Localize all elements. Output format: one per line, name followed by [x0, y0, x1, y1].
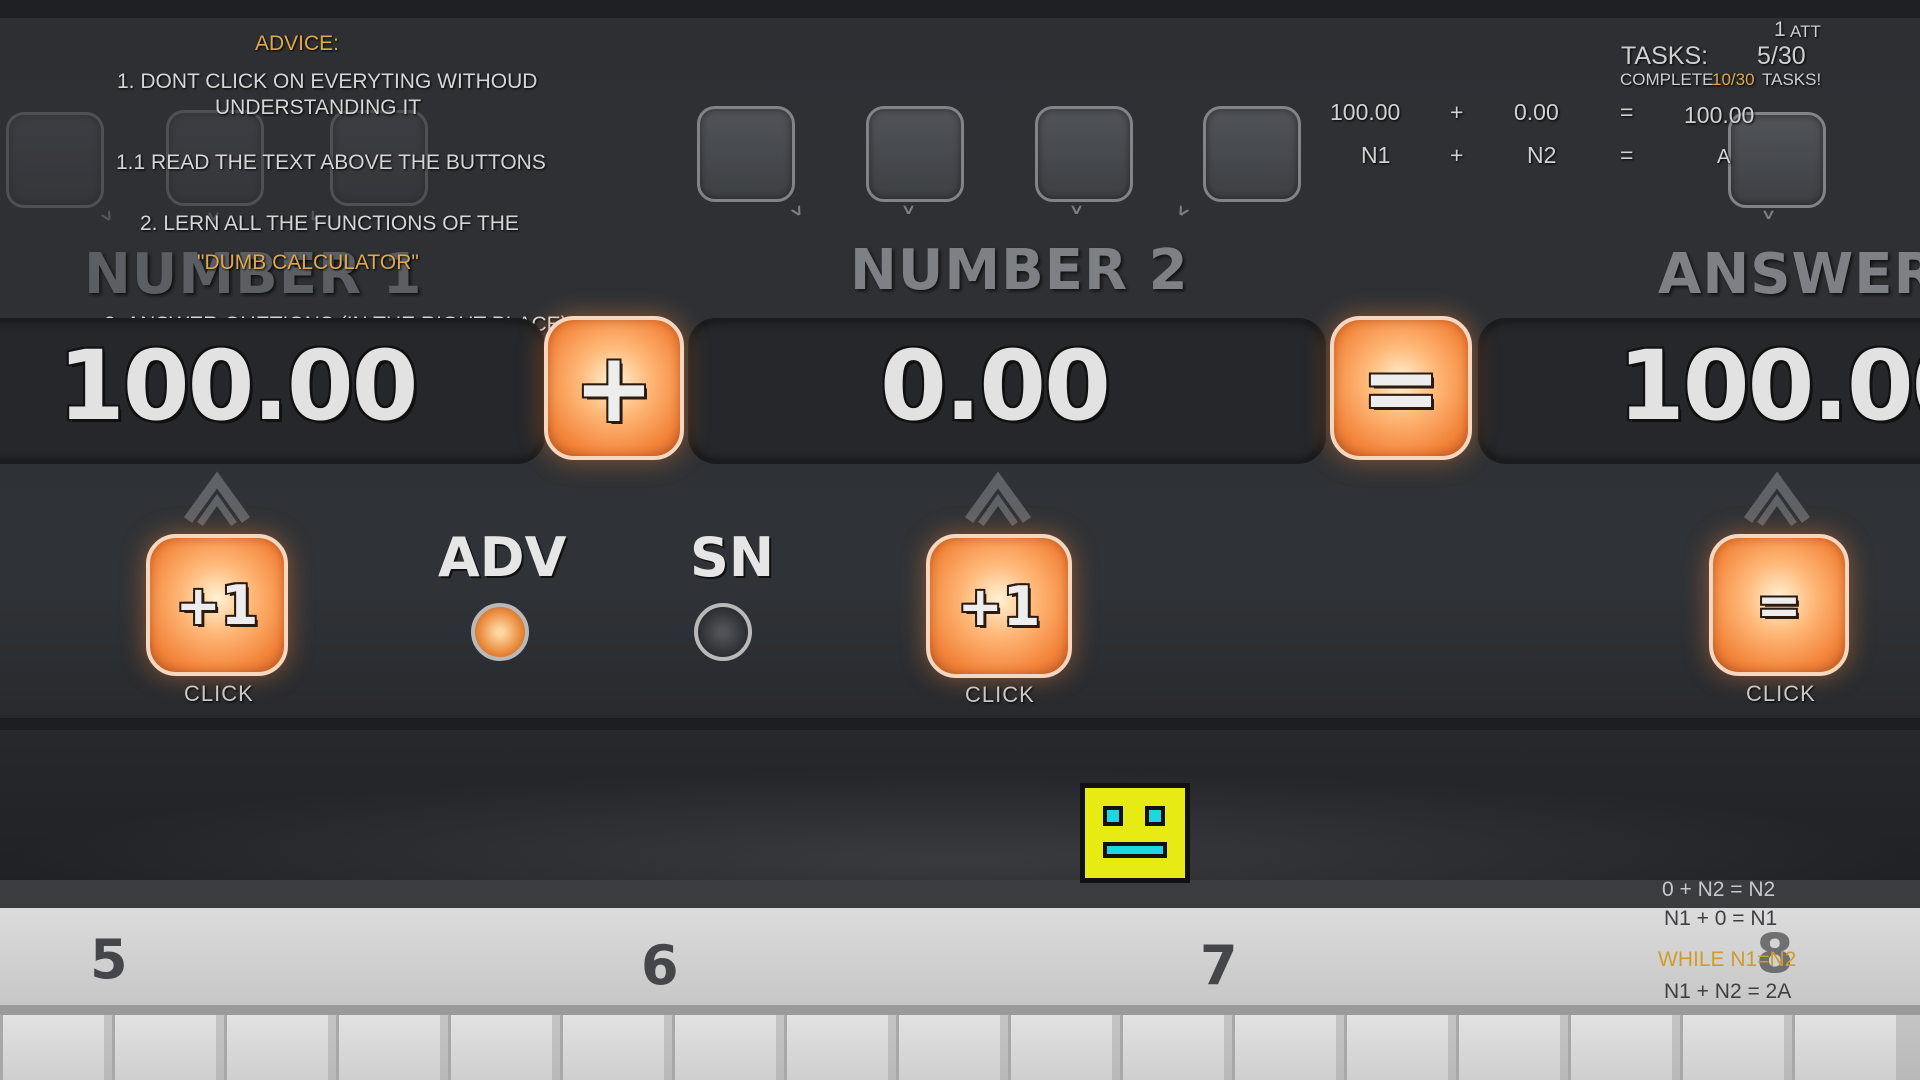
number1-increment-button[interactable]: +1	[146, 534, 288, 676]
note-line-1: 0 + N2 = N2	[1662, 878, 1776, 901]
answer-click-label: CLICK	[1746, 681, 1816, 706]
n1-slot-a	[6, 112, 104, 208]
up-chevron-icon	[1743, 471, 1811, 526]
advice-line-3: 2. LERN ALL THE FUNCTIONS OF THE	[140, 212, 519, 235]
sn-toggle[interactable]	[694, 603, 752, 661]
arrow-mark-icon: ˅	[1159, 200, 1194, 244]
ground-tile	[1792, 1015, 1896, 1080]
complete-prefix: COMPLETE	[1620, 70, 1714, 89]
panel-bottom-edge	[0, 718, 1920, 730]
note-line-3: WHILE N1=N2	[1658, 948, 1797, 971]
ground-tile	[672, 1015, 776, 1080]
answer-submit-button[interactable]: =	[1709, 534, 1849, 676]
ground-tile	[448, 1015, 552, 1080]
plus-operator-button[interactable]: +	[544, 316, 684, 460]
game-stage: ˅ ˅ ˅ ˅ ˅ ˅ ˅ ˅ NUMBER 1 NUMBER 2 ANSWER…	[0, 0, 1920, 1080]
equals-operator-button[interactable]: =	[1330, 316, 1472, 460]
eq-plus-2: +	[1450, 142, 1464, 168]
ground-edge	[0, 880, 1920, 910]
number1-value: 100.00	[58, 330, 418, 442]
ground-tile	[224, 1015, 328, 1080]
attempts-label: ATT	[1790, 22, 1821, 41]
sn-label: SN	[690, 526, 775, 589]
cube-eye-left	[1103, 806, 1123, 826]
complete-suffix: TASKS!	[1762, 70, 1822, 89]
n2-slot-1	[697, 106, 795, 202]
eq-n1-value: 100.00	[1330, 99, 1401, 125]
arrow-mark-icon: ˅	[900, 202, 917, 242]
eq-equals-2: =	[1620, 142, 1634, 168]
up-chevron-icon	[964, 471, 1032, 526]
ground-tile	[0, 1015, 104, 1080]
number2-increment-button[interactable]: +1	[926, 534, 1072, 678]
ground-tile	[1008, 1015, 1112, 1080]
arrow-mark-icon: ˅	[1068, 202, 1085, 242]
note-line-4: N1 + N2 = 2A	[1664, 980, 1792, 1003]
advice-line-2: 1.1 READ THE TEXT ABOVE THE BUTTONS	[116, 151, 546, 174]
arrow-mark-icon: ˅	[96, 205, 131, 249]
eq-plus: +	[1450, 99, 1464, 125]
adv-toggle[interactable]	[471, 603, 529, 661]
n2-slot-3	[1035, 106, 1133, 202]
ground-tile	[112, 1015, 216, 1080]
ground-tile	[896, 1015, 1000, 1080]
advice-line-3b: "DUMB CALCULATOR"	[197, 251, 419, 274]
answer-value: 100.00	[1618, 330, 1920, 442]
ground-line	[0, 1005, 1920, 1015]
number2-value: 0.00	[880, 330, 1111, 442]
ground-tile	[1568, 1015, 1672, 1080]
advice-line-1: 1. DONT CLICK ON EVERYTING WITHOUD	[117, 70, 538, 93]
up-chevron-icon	[183, 471, 251, 526]
complete-value: 10/30	[1712, 70, 1755, 89]
ground-marker-6: 6	[641, 934, 679, 997]
ground-tile	[560, 1015, 664, 1080]
ground-tile	[1680, 1015, 1784, 1080]
ground-tile	[1456, 1015, 1560, 1080]
ground-tile	[1344, 1015, 1448, 1080]
ground-marker-7: 7	[1200, 934, 1238, 997]
ground-tile	[1120, 1015, 1224, 1080]
number1-click-label: CLICK	[184, 681, 254, 706]
player-cube-icon	[1080, 783, 1190, 883]
note-line-2: N1 + 0 = N1	[1664, 907, 1778, 930]
eq-n2-value: 0.00	[1514, 99, 1559, 125]
ground-tile	[784, 1015, 888, 1080]
adv-label: ADV	[438, 526, 567, 589]
eq-n1-symbol: N1	[1361, 142, 1391, 168]
plus-icon: +	[573, 332, 655, 444]
tasks-label: TASKS:	[1621, 42, 1709, 70]
advice-title: ADVICE:	[255, 32, 340, 55]
attempts-number: 1	[1774, 18, 1786, 41]
equals-icon: =	[1756, 573, 1802, 637]
ground-marker-5: 5	[90, 928, 128, 991]
eq-n2-symbol: N2	[1527, 142, 1557, 168]
eq-answer-symbol: A	[1717, 146, 1731, 168]
cube-mouth	[1103, 842, 1167, 858]
answer-label: ANSWER	[1658, 242, 1920, 307]
increment-label: +1	[957, 574, 1041, 638]
ground-tile	[1232, 1015, 1336, 1080]
advice-line-1b: UNDERSTANDING IT	[215, 96, 422, 119]
number2-click-label: CLICK	[965, 682, 1035, 707]
cube-eye-right	[1145, 806, 1165, 826]
increment-label: +1	[175, 573, 259, 637]
equals-icon: =	[1360, 332, 1442, 444]
arrow-mark-icon: ˅	[786, 200, 821, 244]
arrow-mark-icon: ˅	[1760, 207, 1777, 247]
n2-slot-2	[866, 106, 964, 202]
ground-tile	[336, 1015, 440, 1080]
eq-answer-value: 100.00	[1684, 102, 1755, 128]
eq-equals: =	[1620, 99, 1634, 125]
n2-slot-4	[1203, 106, 1301, 202]
top-border	[0, 0, 1920, 18]
number2-label: NUMBER 2	[850, 238, 1189, 303]
tasks-value: 5/30	[1757, 42, 1806, 70]
